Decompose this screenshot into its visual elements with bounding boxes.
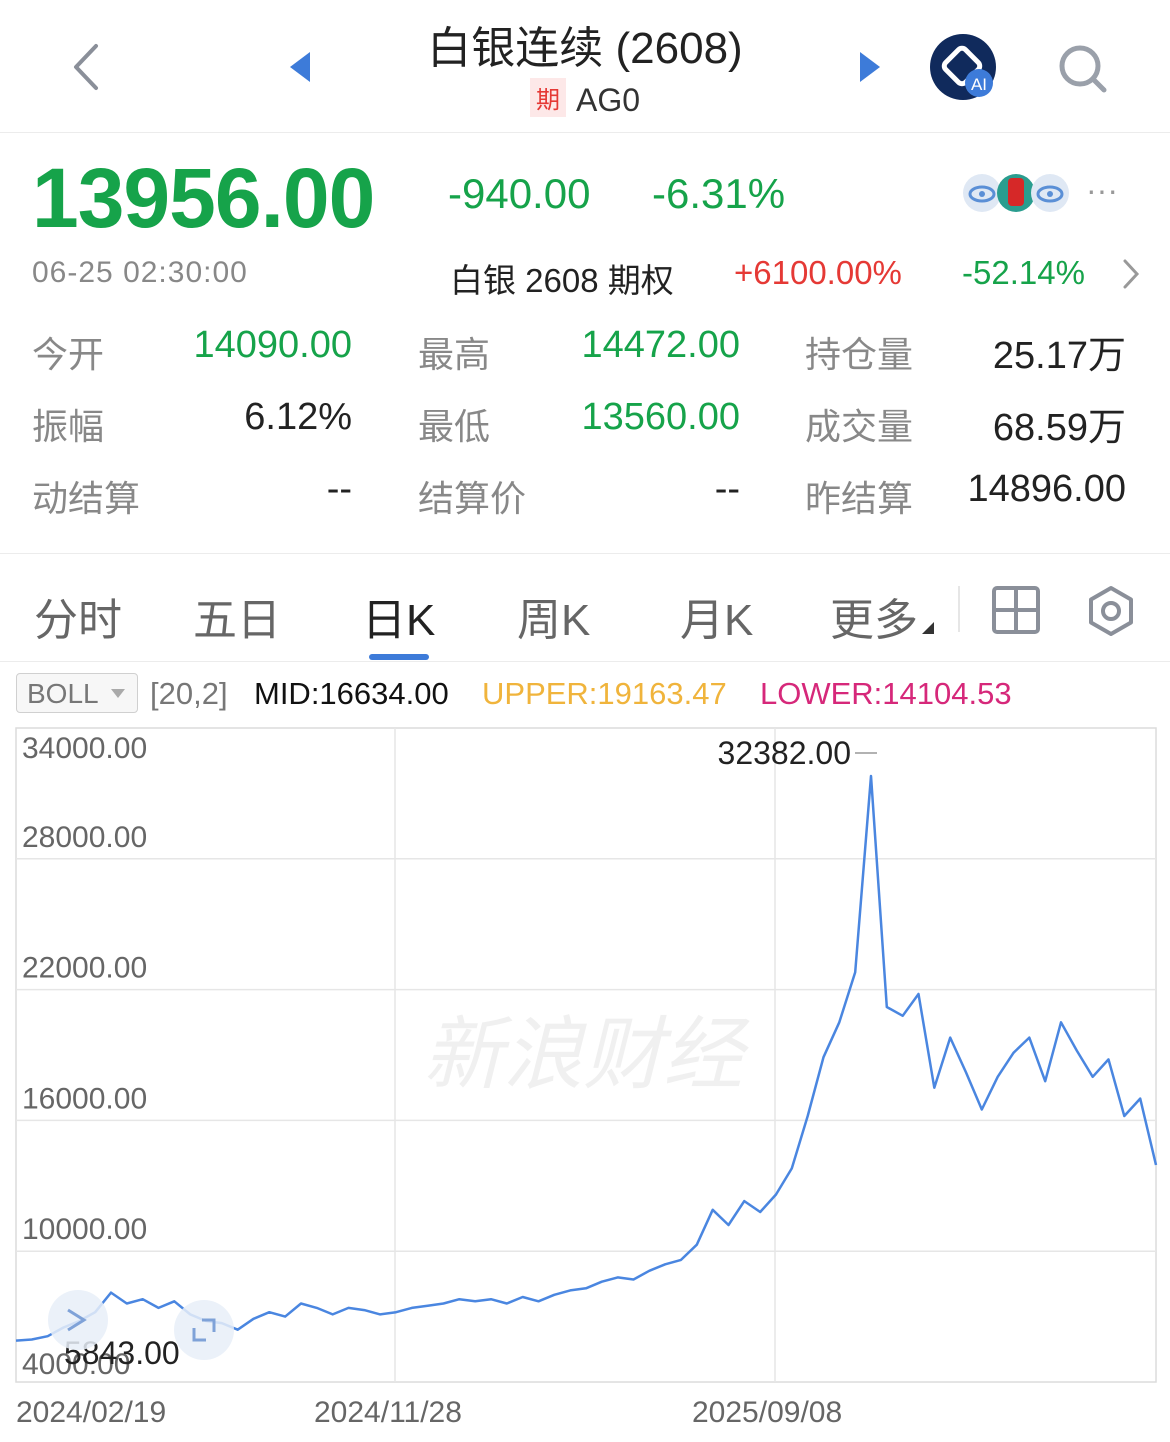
- quote-time: 06-25 02:30:00: [32, 256, 248, 289]
- last-price: 13956.00: [32, 151, 375, 245]
- section-divider: [0, 553, 1170, 554]
- x-tick-label: 2025/09/08: [692, 1396, 842, 1429]
- price-change-percent: -6.31%: [652, 170, 786, 217]
- y-tick-label: 28000.00: [22, 821, 147, 854]
- stat-label: 动结算: [32, 478, 141, 519]
- stat-label: 今开: [32, 334, 105, 375]
- layout-grid-icon[interactable]: [990, 584, 1042, 636]
- y-tick-label: 34000.00: [22, 732, 147, 765]
- x-tick-label: 2024/11/28: [314, 1396, 462, 1429]
- chevron-right-icon[interactable]: [1120, 258, 1142, 290]
- futures-badge: 期: [529, 78, 566, 117]
- tabs-divider: [0, 661, 1170, 662]
- stat-value: 13560.00: [581, 396, 741, 438]
- stat-label: 持仓量: [805, 334, 914, 375]
- next-contract-icon[interactable]: [856, 50, 884, 84]
- stat-value: 25.17万: [992, 335, 1126, 377]
- active-tab-indicator: [369, 654, 429, 660]
- stat-value: 6.12%: [244, 396, 352, 438]
- ai-assistant-icon[interactable]: AI: [928, 32, 998, 102]
- stat-label: 成交量: [805, 406, 914, 447]
- tab-1[interactable]: 五日: [193, 584, 281, 648]
- contract-code: AG0: [575, 82, 641, 118]
- price-chart[interactable]: 34000.00 28000.00 22000.00 16000.00 10000.00…: [0, 720, 1170, 1442]
- settings-icon[interactable]: [1084, 584, 1138, 638]
- boll-mid: MID:16634.00: [254, 676, 449, 711]
- y-tick-label: 10000.00: [22, 1213, 147, 1246]
- option-down-percent: -52.14%: [962, 254, 1085, 291]
- stat-value: 14896.00: [967, 468, 1127, 510]
- indicator-name: BOLL: [27, 678, 98, 709]
- stat-label: 昨结算: [805, 478, 914, 519]
- svg-text:AI: AI: [971, 75, 987, 94]
- y-tick-label: 22000.00: [22, 952, 147, 985]
- boll-upper: UPPER:19163.47: [482, 676, 727, 711]
- watermark: 新浪财经: [423, 1008, 750, 1101]
- stat-label: 结算价: [418, 478, 527, 519]
- community-avatars-icon[interactable]: [962, 170, 1072, 216]
- option-label: 白银 2608 期权: [450, 262, 674, 299]
- stat-label: 最低: [418, 406, 491, 447]
- tab-separator: [958, 586, 960, 632]
- tab-3[interactable]: 周K: [517, 584, 590, 648]
- stat-value: 14090.00: [193, 324, 353, 366]
- stat-value: 68.59万: [992, 407, 1126, 449]
- more-menu-button[interactable]: ···: [1086, 172, 1118, 209]
- dropdown-arrow-icon: [111, 689, 126, 698]
- stat-value: --: [326, 468, 352, 510]
- y-tick-label: 16000.00: [22, 1082, 147, 1115]
- more-dropdown-icon: [922, 622, 934, 634]
- boll-lower: LOWER:14104.53: [760, 676, 1012, 711]
- price-change: -940.00: [448, 170, 591, 217]
- stat-label: 最高: [418, 334, 491, 375]
- tab-2[interactable]: 日K: [362, 584, 435, 648]
- scroll-left-button: [48, 1290, 108, 1350]
- stat-value: 14472.00: [581, 324, 741, 366]
- tab-4[interactable]: 月K: [680, 584, 753, 648]
- expand-button: [174, 1300, 234, 1360]
- option-link[interactable]: 白银 2608 期权: [450, 254, 674, 302]
- stat-value: --: [714, 468, 740, 510]
- indicator-params: [20,2]: [150, 676, 228, 711]
- indicator-select[interactable]: BOLL: [16, 673, 138, 713]
- tab-5[interactable]: 更多: [830, 584, 918, 648]
- option-up-percent: +6100.00%: [734, 254, 902, 291]
- tab-0[interactable]: 分时: [34, 584, 122, 648]
- max-value-label: 32382.00: [718, 735, 851, 771]
- search-icon[interactable]: [1056, 42, 1110, 96]
- x-tick-label: 2024/02/19: [16, 1396, 166, 1429]
- stat-label: 振幅: [32, 406, 105, 447]
